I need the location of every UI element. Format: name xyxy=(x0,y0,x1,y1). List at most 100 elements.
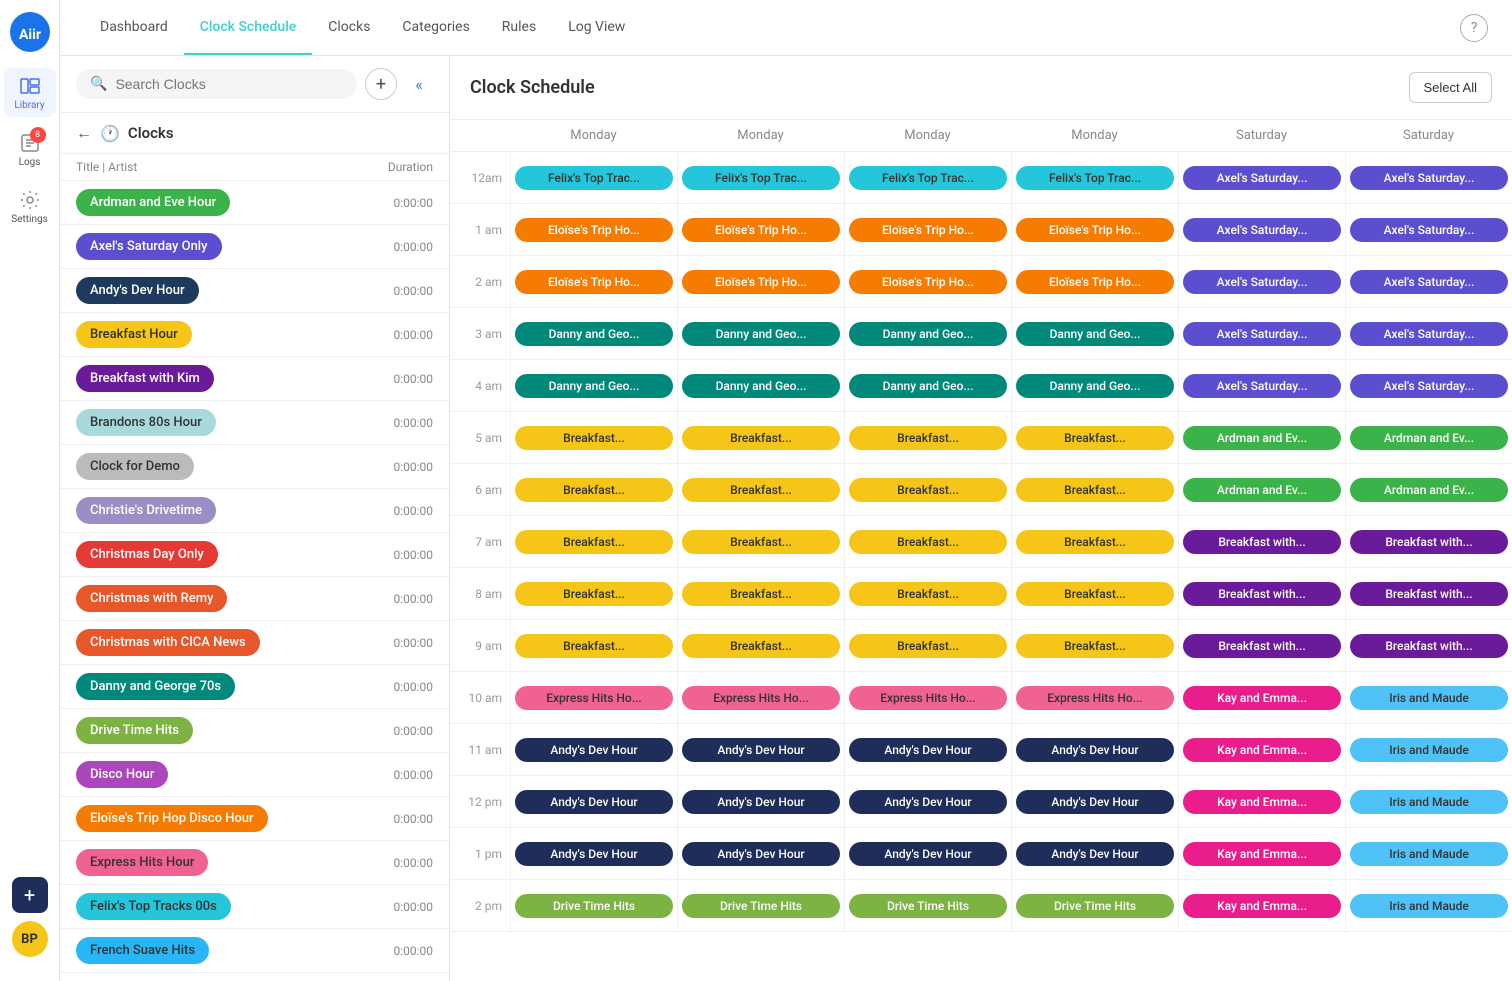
list-item[interactable]: Danny and George 70s 0:00:00 xyxy=(60,665,449,709)
cell-pill[interactable]: Drive Time Hits xyxy=(1016,894,1174,918)
cell-pill[interactable]: Andy's Dev Hour xyxy=(1016,738,1174,762)
back-arrow-icon[interactable]: ← xyxy=(76,123,92,143)
cell-pill[interactable]: Axel's Saturday... xyxy=(1183,166,1341,190)
cell-pill[interactable]: Axel's Saturday... xyxy=(1350,166,1508,190)
cell-pill[interactable]: Danny and Geo... xyxy=(515,322,673,346)
cell-pill[interactable]: Breakfast... xyxy=(515,426,673,450)
cell-pill[interactable]: Breakfast... xyxy=(849,426,1007,450)
cell-pill[interactable]: Eloïse's Trip Ho... xyxy=(682,270,840,294)
cell-pill[interactable]: Danny and Geo... xyxy=(515,374,673,398)
cell-pill[interactable]: Breakfast... xyxy=(849,530,1007,554)
cell-pill[interactable]: Andy's Dev Hour xyxy=(515,790,673,814)
cell-pill[interactable]: Axel's Saturday... xyxy=(1183,218,1341,242)
cell-pill[interactable]: Kay and Emma... xyxy=(1183,842,1341,866)
cell-pill[interactable]: Axel's Saturday... xyxy=(1350,322,1508,346)
cell-pill[interactable]: Breakfast... xyxy=(1016,478,1174,502)
cell-pill[interactable]: Danny and Geo... xyxy=(1016,322,1174,346)
list-item[interactable]: Christmas with CICA News 0:00:00 xyxy=(60,621,449,665)
cell-pill[interactable]: Breakfast... xyxy=(515,530,673,554)
cell-pill[interactable]: Express Hits Ho... xyxy=(682,686,840,710)
cell-pill[interactable]: Breakfast... xyxy=(849,634,1007,658)
user-avatar[interactable]: BP xyxy=(12,921,48,957)
cell-pill[interactable]: Eloïse's Trip Ho... xyxy=(1016,270,1174,294)
cell-pill[interactable]: Kay and Emma... xyxy=(1183,894,1341,918)
search-input[interactable] xyxy=(115,76,343,92)
cell-pill[interactable]: Andy's Dev Hour xyxy=(682,842,840,866)
cell-pill[interactable]: Kay and Emma... xyxy=(1183,738,1341,762)
cell-pill[interactable]: Eloïse's Trip Ho... xyxy=(682,218,840,242)
cell-pill[interactable]: Iris and Maude xyxy=(1350,686,1508,710)
tab-dashboard[interactable]: Dashboard xyxy=(84,1,184,55)
list-item[interactable]: Freaky Halloween Hour 0:00:00 xyxy=(60,973,449,981)
cell-pill[interactable]: Breakfast... xyxy=(1016,530,1174,554)
cell-pill[interactable]: Breakfast... xyxy=(1016,634,1174,658)
cell-pill[interactable]: Felix's Top Trac... xyxy=(1016,166,1174,190)
cell-pill[interactable]: Ardman and Ev... xyxy=(1350,426,1508,450)
sidebar-item-settings[interactable]: Settings xyxy=(4,182,56,231)
cell-pill[interactable]: Iris and Maude xyxy=(1350,790,1508,814)
cell-pill[interactable]: Breakfast... xyxy=(682,478,840,502)
cell-pill[interactable]: Axel's Saturday... xyxy=(1183,374,1341,398)
tab-rules[interactable]: Rules xyxy=(486,1,552,55)
cell-pill[interactable]: Breakfast with... xyxy=(1183,634,1341,658)
list-item[interactable]: French Suave Hits 0:00:00 xyxy=(60,929,449,973)
cell-pill[interactable]: Kay and Emma... xyxy=(1183,790,1341,814)
cell-pill[interactable]: Andy's Dev Hour xyxy=(849,790,1007,814)
list-item[interactable]: Ardman and Eve Hour 0:00:00 xyxy=(60,181,449,225)
cell-pill[interactable]: Andy's Dev Hour xyxy=(515,842,673,866)
cell-pill[interactable]: Andy's Dev Hour xyxy=(515,738,673,762)
list-item[interactable]: Axel's Saturday Only 0:00:00 xyxy=(60,225,449,269)
cell-pill[interactable]: Breakfast... xyxy=(682,530,840,554)
cell-pill[interactable]: Felix's Top Trac... xyxy=(849,166,1007,190)
cell-pill[interactable]: Danny and Geo... xyxy=(849,322,1007,346)
cell-pill[interactable]: Breakfast... xyxy=(515,478,673,502)
cell-pill[interactable]: Axel's Saturday... xyxy=(1350,374,1508,398)
collapse-button[interactable]: « xyxy=(405,70,433,98)
list-item[interactable]: Christmas with Remy 0:00:00 xyxy=(60,577,449,621)
cell-pill[interactable]: Andy's Dev Hour xyxy=(1016,842,1174,866)
cell-pill[interactable]: Felix's Top Trac... xyxy=(515,166,673,190)
cell-pill[interactable]: Ardman and Ev... xyxy=(1183,426,1341,450)
list-item[interactable]: Breakfast Hour 0:00:00 xyxy=(60,313,449,357)
list-item[interactable]: Christmas Day Only 0:00:00 xyxy=(60,533,449,577)
cell-pill[interactable]: Breakfast... xyxy=(515,582,673,606)
select-all-button[interactable]: Select All xyxy=(1409,72,1492,103)
cell-pill[interactable]: Breakfast with... xyxy=(1183,582,1341,606)
cell-pill[interactable]: Breakfast... xyxy=(682,582,840,606)
cell-pill[interactable]: Andy's Dev Hour xyxy=(682,790,840,814)
tab-categories[interactable]: Categories xyxy=(386,1,485,55)
list-item[interactable]: Brandons 80s Hour 0:00:00 xyxy=(60,401,449,445)
cell-pill[interactable]: Danny and Geo... xyxy=(682,374,840,398)
tab-clock-schedule[interactable]: Clock Schedule xyxy=(184,1,313,55)
cell-pill[interactable]: Axel's Saturday... xyxy=(1183,270,1341,294)
add-button[interactable]: + xyxy=(12,877,48,913)
cell-pill[interactable]: Eloïse's Trip Ho... xyxy=(515,270,673,294)
cell-pill[interactable]: Breakfast with... xyxy=(1350,582,1508,606)
cell-pill[interactable]: Express Hits Ho... xyxy=(1016,686,1174,710)
cell-pill[interactable]: Drive Time Hits xyxy=(682,894,840,918)
list-item[interactable]: Express Hits Hour 0:00:00 xyxy=(60,841,449,885)
cell-pill[interactable]: Danny and Geo... xyxy=(682,322,840,346)
tab-clocks[interactable]: Clocks xyxy=(312,1,386,55)
tab-log-view[interactable]: Log View xyxy=(552,1,641,55)
cell-pill[interactable]: Felix's Top Trac... xyxy=(682,166,840,190)
cell-pill[interactable]: Ardman and Ev... xyxy=(1183,478,1341,502)
cell-pill[interactable]: Ardman and Ev... xyxy=(1350,478,1508,502)
list-item[interactable]: Drive Time Hits 0:00:00 xyxy=(60,709,449,753)
cell-pill[interactable]: Eloïse's Trip Ho... xyxy=(1016,218,1174,242)
cell-pill[interactable]: Breakfast with... xyxy=(1183,530,1341,554)
cell-pill[interactable]: Danny and Geo... xyxy=(1016,374,1174,398)
cell-pill[interactable]: Axel's Saturday... xyxy=(1183,322,1341,346)
cell-pill[interactable]: Breakfast... xyxy=(849,478,1007,502)
list-item[interactable]: Breakfast with Kim 0:00:00 xyxy=(60,357,449,401)
list-item[interactable]: Felix's Top Tracks 00s 0:00:00 xyxy=(60,885,449,929)
cell-pill[interactable]: Drive Time Hits xyxy=(515,894,673,918)
cell-pill[interactable]: Axel's Saturday... xyxy=(1350,270,1508,294)
cell-pill[interactable]: Andy's Dev Hour xyxy=(849,842,1007,866)
cell-pill[interactable]: Breakfast... xyxy=(515,634,673,658)
sidebar-item-library[interactable]: Library xyxy=(4,68,56,117)
cell-pill[interactable]: Kay and Emma... xyxy=(1183,686,1341,710)
cell-pill[interactable]: Breakfast... xyxy=(1016,582,1174,606)
list-item[interactable]: Eloïse's Trip Hop Disco Hour 0:00:00 xyxy=(60,797,449,841)
cell-pill[interactable]: Breakfast... xyxy=(682,634,840,658)
